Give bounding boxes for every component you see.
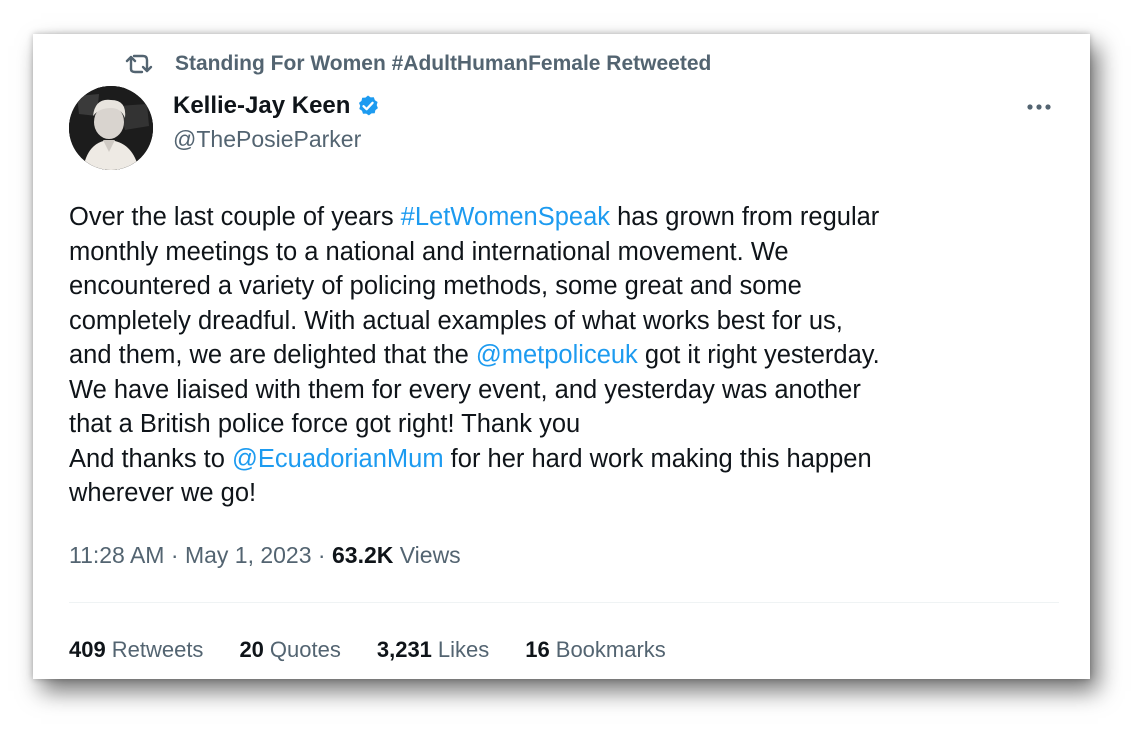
- tweet-text-segment: And thanks to: [69, 444, 233, 473]
- retweet-context[interactable]: Standing For Women #AdultHumanFemale Ret…: [125, 52, 711, 76]
- stat-quotes[interactable]: 20 Quotes: [239, 637, 340, 663]
- verified-badge-icon: [356, 94, 380, 118]
- meta-separator: ·: [311, 542, 332, 568]
- retweet-context-text: Standing For Women #AdultHumanFemale Ret…: [175, 52, 712, 75]
- views-count: 63.2K: [331, 542, 394, 568]
- author-handle[interactable]: @ThePosieParker: [173, 126, 380, 153]
- tweet-line: completely dreadful. With actual example…: [69, 304, 1059, 339]
- tweet-line: Over the last couple of years #LetWomenS…: [69, 200, 1059, 235]
- stat-label: Retweets: [111, 637, 204, 662]
- tweet-line: We have liaised with them for every even…: [69, 373, 1059, 408]
- tweet-line: that a British police force got right! T…: [69, 407, 1059, 442]
- meta-separator: ·: [164, 542, 185, 568]
- stat-label: Bookmarks: [555, 637, 666, 662]
- stat-count: 16: [525, 637, 550, 662]
- retweet-icon: [125, 53, 155, 75]
- tweet-card: Standing For Women #AdultHumanFemale Ret…: [33, 34, 1090, 679]
- tweet-text-segment: for her hard work making this happen: [443, 444, 872, 473]
- tweet-line: And thanks to @EcuadorianMum for her har…: [69, 442, 1059, 477]
- avatar[interactable]: [69, 86, 153, 170]
- stat-count: 409: [69, 637, 106, 662]
- divider: [69, 602, 1059, 603]
- tweet-text-segment: We have liaised with them for every even…: [69, 375, 861, 404]
- stat-likes[interactable]: 3,231 Likes: [377, 637, 489, 663]
- tweet-date[interactable]: May 1, 2023: [185, 542, 312, 568]
- tweet-text-segment: encountered a variety of policing method…: [69, 272, 802, 300]
- stat-label: Quotes: [269, 637, 341, 662]
- tweet-text-segment: completely dreadful. With actual example…: [69, 306, 843, 335]
- stat-bookmarks[interactable]: 16 Bookmarks: [525, 637, 666, 663]
- views-label: Views: [393, 542, 461, 568]
- tweet-line: encountered a variety of policing method…: [69, 269, 1059, 304]
- stat-count: 20: [239, 637, 264, 662]
- hashtag-link[interactable]: #LetWomenSpeak: [401, 203, 610, 231]
- more-options-icon[interactable]: [1024, 92, 1054, 122]
- tweet-text-segment: got it right yesterday.: [637, 341, 880, 369]
- tweet-text: Over the last couple of years #LetWomenS…: [69, 200, 1059, 511]
- tweet-text-segment: and them, we are delighted that the: [69, 341, 476, 369]
- tweet-time[interactable]: 11:28 AM: [69, 542, 164, 568]
- tweet-line: wherever we go!: [69, 476, 1059, 511]
- stat-count: 3,231: [376, 637, 432, 662]
- tweet-text-segment: wherever we go!: [69, 479, 257, 507]
- author-block[interactable]: Kellie-Jay Keen @ThePosieParker: [173, 92, 380, 153]
- tweet-line: monthly meetings to a national and inter…: [69, 235, 1059, 270]
- mention-link[interactable]: @metpoliceuk: [476, 341, 638, 369]
- tweet-meta: 11:28 AM · May 1, 2023 · 63.2K Views: [69, 542, 461, 569]
- tweet-text-segment: has grown from regular: [610, 203, 880, 231]
- author-display-name[interactable]: Kellie-Jay Keen: [173, 92, 350, 120]
- engagement-stats: 409 Retweets 20 Quotes 3,231 Likes 16 Bookma…: [69, 637, 702, 663]
- stat-label: Likes: [437, 637, 490, 662]
- tweet-text-segment: Over the last couple of years: [69, 203, 401, 231]
- stat-retweets[interactable]: 409 Retweets: [69, 637, 203, 663]
- tweet-text-segment: that a British police force got right! T…: [69, 410, 581, 438]
- tweet-text-segment: monthly meetings to a national and inter…: [69, 237, 789, 266]
- tweet-line: and them, we are delighted that the @met…: [69, 338, 1059, 373]
- mention-link[interactable]: @EcuadorianMum: [232, 445, 444, 473]
